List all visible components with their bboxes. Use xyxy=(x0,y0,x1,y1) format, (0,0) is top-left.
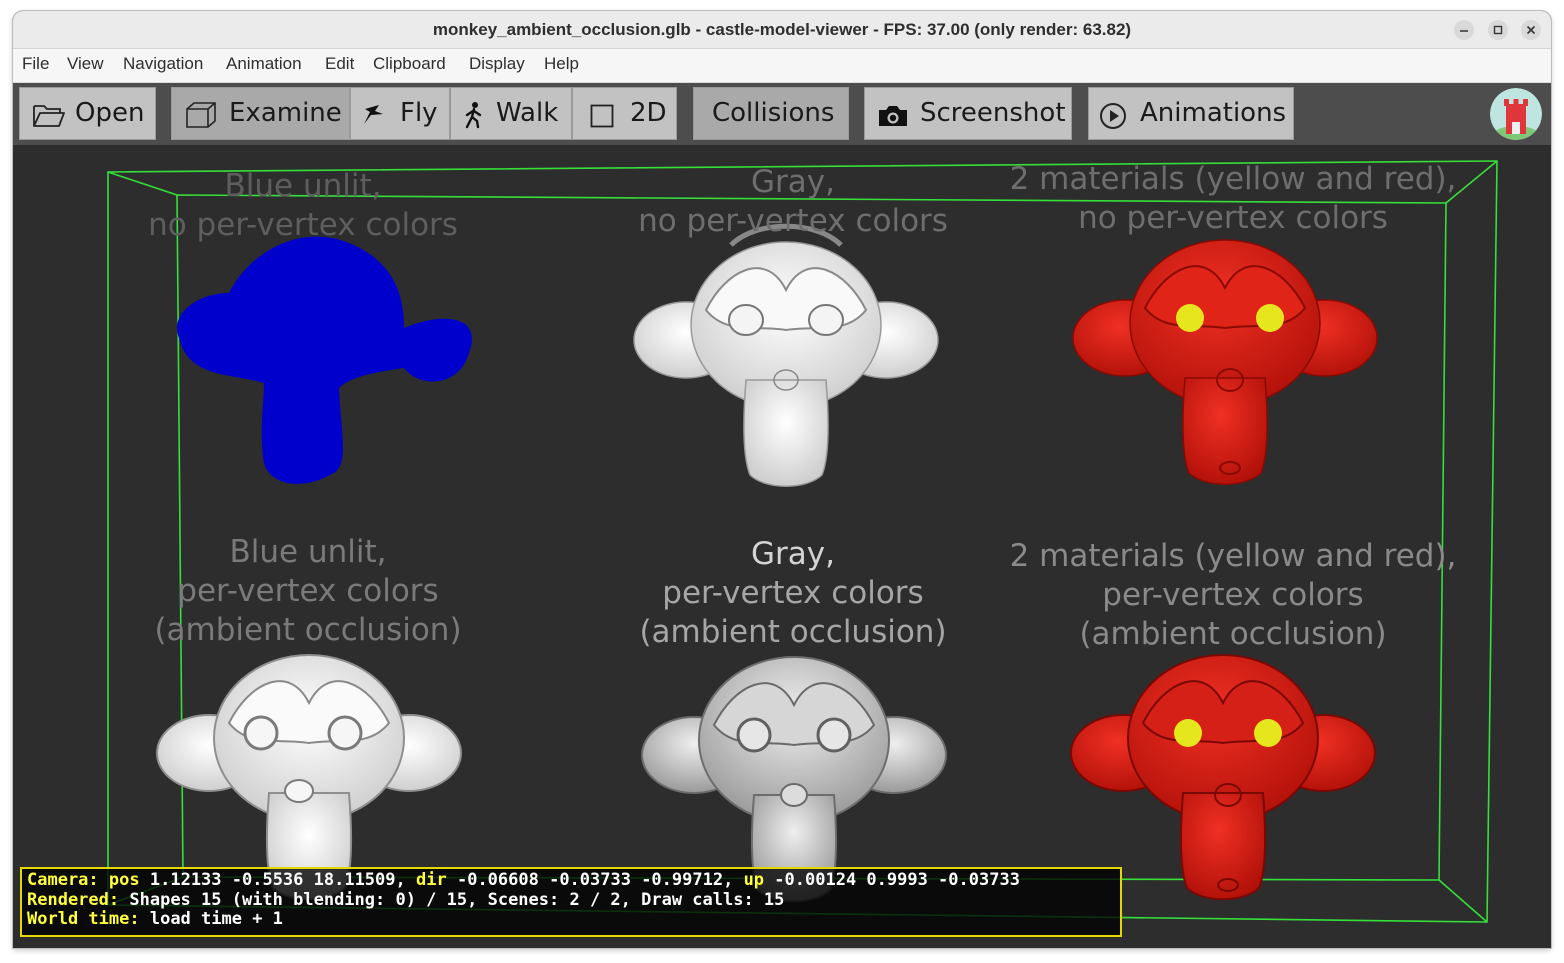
caption-line: per-vertex colors xyxy=(177,573,439,609)
2d-label: 2D xyxy=(630,98,667,128)
pos-label: pos xyxy=(108,870,140,890)
monkey-blue-unlit-ao xyxy=(156,654,462,901)
camera-icon xyxy=(879,106,907,126)
monkey-red-yellow-ao xyxy=(1070,654,1376,901)
caption-blue-unlit: Blue unlit, no per-vertex colors xyxy=(113,167,493,245)
walk-button[interactable]: Walk xyxy=(450,87,572,140)
animations-button[interactable]: Animations xyxy=(1088,87,1294,140)
menu-animation[interactable]: Animation xyxy=(226,49,302,82)
menu-clipboard[interactable]: Clipboard xyxy=(373,49,446,82)
world-time-label: World time: xyxy=(27,909,140,929)
menu-bar: File View Navigation Animation Edit Clip… xyxy=(13,49,1551,83)
pos-value: 1.12133 -0.5536 18.11509, xyxy=(149,870,406,890)
animations-label: Animations xyxy=(1140,98,1287,128)
caption-line: (ambient occlusion) xyxy=(154,612,462,648)
caption-line: 2 materials (yellow and red), xyxy=(1009,538,1457,574)
walk-icon xyxy=(465,102,482,129)
caption-line: 2 materials (yellow and red), xyxy=(1009,161,1457,197)
caption-line: (ambient occlusion) xyxy=(639,614,947,650)
3d-viewport[interactable]: Blue unlit, no per-vertex colors Gray, n… xyxy=(13,145,1551,948)
square-icon xyxy=(590,104,614,128)
caption-two-materials: 2 materials (yellow and red), no per-ver… xyxy=(998,160,1468,238)
close-button[interactable] xyxy=(1521,20,1541,40)
minimize-button[interactable] xyxy=(1454,20,1474,40)
up-label: up xyxy=(743,870,765,890)
caption-line: no per-vertex colors xyxy=(1078,200,1388,236)
monkey-gray xyxy=(633,223,939,487)
walk-label: Walk xyxy=(496,98,559,128)
menu-display[interactable]: Display xyxy=(469,49,525,82)
open-label: Open xyxy=(75,98,145,128)
folder-open-icon xyxy=(33,105,65,127)
caption-line: (ambient occlusion) xyxy=(1079,616,1387,652)
maximize-icon xyxy=(1493,25,1503,35)
caption-line: no per-vertex colors xyxy=(148,207,458,243)
examine-button[interactable]: Examine xyxy=(171,87,350,140)
world-time-value: load time + 1 xyxy=(149,909,283,929)
caption-line: Gray, xyxy=(751,536,835,572)
up-value: -0.00124 0.9993 -0.03733 xyxy=(774,870,1020,890)
caption-gray-ao: Gray, per-vertex colors (ambient occlusi… xyxy=(593,535,993,652)
fly-icon xyxy=(364,105,383,124)
menu-edit[interactable]: Edit xyxy=(325,49,354,82)
screenshot-label: Screenshot xyxy=(920,98,1066,128)
rendered-value: Shapes 15 (with blending: 0) / 15, Scene… xyxy=(129,889,785,910)
menu-help[interactable]: Help xyxy=(544,49,579,82)
dir-value: -0.06608 -0.03733 -0.99712, xyxy=(456,870,734,890)
app-window: monkey_ambient_occlusion.glb - castle-mo… xyxy=(13,11,1551,948)
maximize-button[interactable] xyxy=(1488,20,1508,40)
dir-label: dir xyxy=(416,870,447,890)
world-time-line: World time: load time + 1 xyxy=(27,909,1115,930)
screenshot-button[interactable]: Screenshot xyxy=(864,87,1072,140)
close-icon xyxy=(1526,25,1536,35)
collisions-label: Collisions xyxy=(712,98,835,128)
play-circle-icon xyxy=(1100,103,1126,129)
menu-view[interactable]: View xyxy=(67,49,104,82)
status-overlay: Camera: pos 1.12133 -0.5536 18.11509, di… xyxy=(20,867,1122,937)
castle-logo-icon xyxy=(1490,88,1542,140)
monkey-gray-ao xyxy=(641,656,947,903)
monkey-blue-unlit xyxy=(177,236,472,484)
rendered-line: Rendered: Shapes 15 (with blending: 0) /… xyxy=(27,889,1115,911)
window-title: monkey_ambient_occlusion.glb - castle-mo… xyxy=(432,20,1132,39)
collisions-toggle[interactable]: Collisions xyxy=(693,87,849,140)
monkey-red-yellow xyxy=(1072,239,1378,485)
camera-line: Camera: pos 1.12133 -0.5536 18.11509, di… xyxy=(27,870,1115,891)
open-button[interactable]: Open xyxy=(19,87,156,140)
menu-file[interactable]: File xyxy=(22,49,49,82)
cube-icon xyxy=(186,102,216,128)
caption-line: Blue unlit, xyxy=(229,534,387,570)
menu-navigation[interactable]: Navigation xyxy=(123,49,203,82)
minimize-icon xyxy=(1460,30,1468,32)
caption-two-materials-ao: 2 materials (yellow and red), per-vertex… xyxy=(998,537,1468,654)
caption-line: no per-vertex colors xyxy=(638,203,948,239)
rendered-label: Rendered: xyxy=(27,889,120,910)
caption-line: Gray, xyxy=(751,164,835,200)
fly-label: Fly xyxy=(400,98,438,128)
caption-blue-unlit-ao: Blue unlit, per-vertex colors (ambient o… xyxy=(113,533,503,650)
fly-button[interactable]: Fly xyxy=(350,87,450,140)
caption-line: Blue unlit, xyxy=(224,168,382,204)
2d-button[interactable]: 2D xyxy=(572,87,677,140)
camera-label: Camera: xyxy=(27,870,99,890)
examine-label: Examine xyxy=(229,98,342,128)
caption-gray: Gray, no per-vertex colors xyxy=(593,163,993,241)
caption-line: per-vertex colors xyxy=(1102,577,1364,613)
title-bar: monkey_ambient_occlusion.glb - castle-mo… xyxy=(13,11,1551,49)
caption-line: per-vertex colors xyxy=(662,575,924,611)
toolbar: Open Examine Fly Walk 2D Collisions Scre… xyxy=(13,83,1551,145)
